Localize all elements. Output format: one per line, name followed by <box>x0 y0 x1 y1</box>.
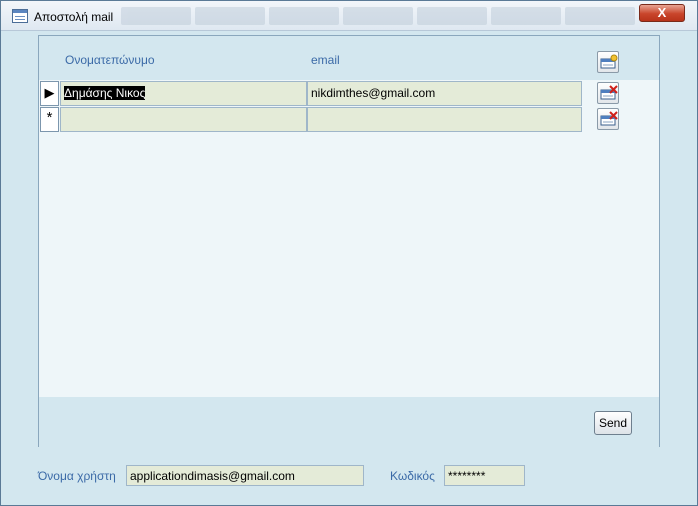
send-mail-window: Αποστολή mail X Ονοματεπώνυμο email ▶ Δη… <box>0 0 698 506</box>
title-bar[interactable]: Αποστολή mail X <box>1 1 697 31</box>
password-label: Κωδικός <box>390 469 435 483</box>
column-header-email: email <box>311 53 340 67</box>
password-field[interactable]: ******** <box>444 465 525 486</box>
subform-footer <box>39 397 659 447</box>
new-name-cell[interactable] <box>60 107 307 132</box>
delete-record-icon <box>600 111 618 126</box>
recipients-subform: Ονοματεπώνυμο email ▶ Δημάσης Νικος nikd… <box>38 35 660 447</box>
delete-record-icon <box>600 85 618 100</box>
add-record-button[interactable] <box>597 51 619 73</box>
record-selector-new[interactable]: * <box>40 107 59 132</box>
email-cell[interactable]: nikdimthes@gmail.com <box>307 81 582 106</box>
delete-record-button[interactable] <box>597 108 619 130</box>
window-title: Αποστολή mail <box>34 10 114 24</box>
delete-record-button[interactable] <box>597 82 619 104</box>
name-cell[interactable]: Δημάσης Νικος <box>60 81 307 106</box>
form-icon <box>12 9 28 23</box>
close-button[interactable]: X <box>639 4 685 22</box>
background-ribbon-tabs <box>121 7 635 27</box>
record-selector-current[interactable]: ▶ <box>40 81 59 106</box>
new-email-cell[interactable] <box>307 107 582 132</box>
name-cell-text: Δημάσης Νικος <box>64 86 146 100</box>
add-record-icon <box>600 54 618 69</box>
username-field[interactable]: applicationdimasis@gmail.com <box>126 465 364 486</box>
subform-header: Ονοματεπώνυμο email <box>39 36 659 80</box>
username-label: Όνομα χρήστη <box>38 469 116 483</box>
column-header-name: Ονοματεπώνυμο <box>65 53 155 67</box>
send-button[interactable]: Send <box>594 411 632 435</box>
